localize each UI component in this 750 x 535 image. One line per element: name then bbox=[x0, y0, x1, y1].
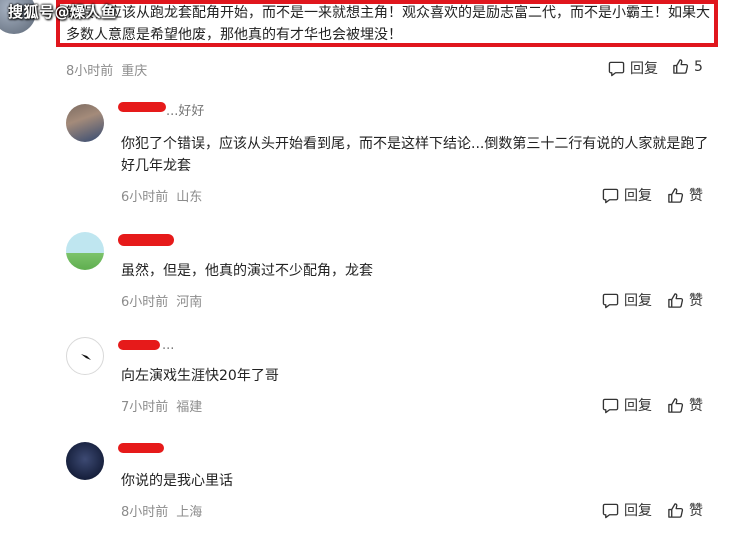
avatar[interactable] bbox=[66, 104, 104, 142]
username-partial: ... bbox=[162, 338, 175, 353]
comment-location: 上海 bbox=[176, 505, 203, 520]
reply-label: 回复 bbox=[624, 398, 652, 414]
comment-time: 7小时前 bbox=[121, 400, 169, 415]
comment-time: 6小时前 bbox=[121, 190, 169, 205]
avatar[interactable] bbox=[66, 232, 104, 270]
comment-location: 山东 bbox=[176, 190, 203, 205]
reply-button[interactable]: 回复 bbox=[602, 500, 652, 520]
thumbs-up-icon bbox=[667, 187, 684, 204]
like-button[interactable]: 赞 bbox=[667, 290, 703, 310]
comment-location: 重庆 bbox=[121, 64, 148, 79]
redaction-mark bbox=[118, 443, 164, 453]
reply-label: 回复 bbox=[624, 293, 652, 309]
comment-text: 虽然，但是，他真的演过不少配角，龙套 bbox=[121, 263, 373, 279]
comment-time: 8小时前 bbox=[66, 64, 114, 79]
reply-label: 回复 bbox=[624, 188, 652, 204]
comment-location: 河南 bbox=[176, 295, 203, 310]
comment-icon bbox=[602, 502, 619, 519]
comment-location: 福建 bbox=[176, 400, 203, 415]
comment-time: 6小时前 bbox=[121, 295, 169, 310]
like-button[interactable]: 赞 bbox=[667, 500, 703, 520]
reply-button[interactable]: 回复 bbox=[602, 185, 652, 205]
comment-text: 向左演戏生涯快20年了哥 bbox=[121, 368, 279, 384]
reply-button[interactable]: 回复 bbox=[602, 290, 652, 310]
like-button[interactable]: 赞 bbox=[667, 185, 703, 205]
comment-meta: 6小时前 山东 bbox=[121, 186, 202, 205]
username-partial: ...好好 bbox=[166, 104, 205, 119]
thumbs-up-icon bbox=[667, 397, 684, 414]
like-button[interactable]: 赞 bbox=[667, 395, 703, 415]
like-label: 赞 bbox=[689, 398, 703, 414]
reply-label: 回复 bbox=[630, 61, 658, 77]
like-count: 5 bbox=[694, 58, 703, 75]
redaction-mark bbox=[118, 102, 166, 112]
comment-meta: 7小时前 福建 bbox=[121, 396, 202, 415]
redaction-mark bbox=[118, 234, 174, 246]
thumbs-up-icon bbox=[667, 292, 684, 309]
like-label: 赞 bbox=[689, 293, 703, 309]
bird-silhouette-icon bbox=[81, 354, 91, 360]
redaction-mark bbox=[118, 340, 160, 350]
like-label: 赞 bbox=[689, 188, 703, 204]
highlight-annotation-box bbox=[56, 0, 718, 47]
reply-button[interactable]: 回复 bbox=[608, 58, 658, 78]
comment-icon bbox=[602, 397, 619, 414]
avatar[interactable] bbox=[66, 442, 104, 480]
comment-meta: 8小时前 上海 bbox=[121, 501, 202, 520]
comment-time: 8小时前 bbox=[121, 505, 169, 520]
thumbs-up-icon bbox=[667, 502, 684, 519]
comment-text: 你说的是我心里话 bbox=[121, 473, 233, 489]
comment-icon bbox=[608, 60, 625, 77]
like-label: 赞 bbox=[689, 503, 703, 519]
comment-text: 你犯了个错误，应该从头开始看到尾，而不是这样下结论...倒数第三十二行有说的人家… bbox=[121, 136, 709, 174]
comment-icon bbox=[602, 187, 619, 204]
avatar[interactable] bbox=[66, 337, 104, 375]
like-button[interactable]: 5 bbox=[672, 58, 703, 75]
reply-label: 回复 bbox=[624, 503, 652, 519]
comment-meta: 6小时前 河南 bbox=[121, 291, 202, 310]
reply-button[interactable]: 回复 bbox=[602, 395, 652, 415]
thumbs-up-icon bbox=[672, 58, 689, 75]
watermark: 搜狐号@燥人鱼 bbox=[8, 3, 117, 21]
comment-meta: 8小时前 重庆 bbox=[66, 60, 147, 79]
comment-icon bbox=[602, 292, 619, 309]
